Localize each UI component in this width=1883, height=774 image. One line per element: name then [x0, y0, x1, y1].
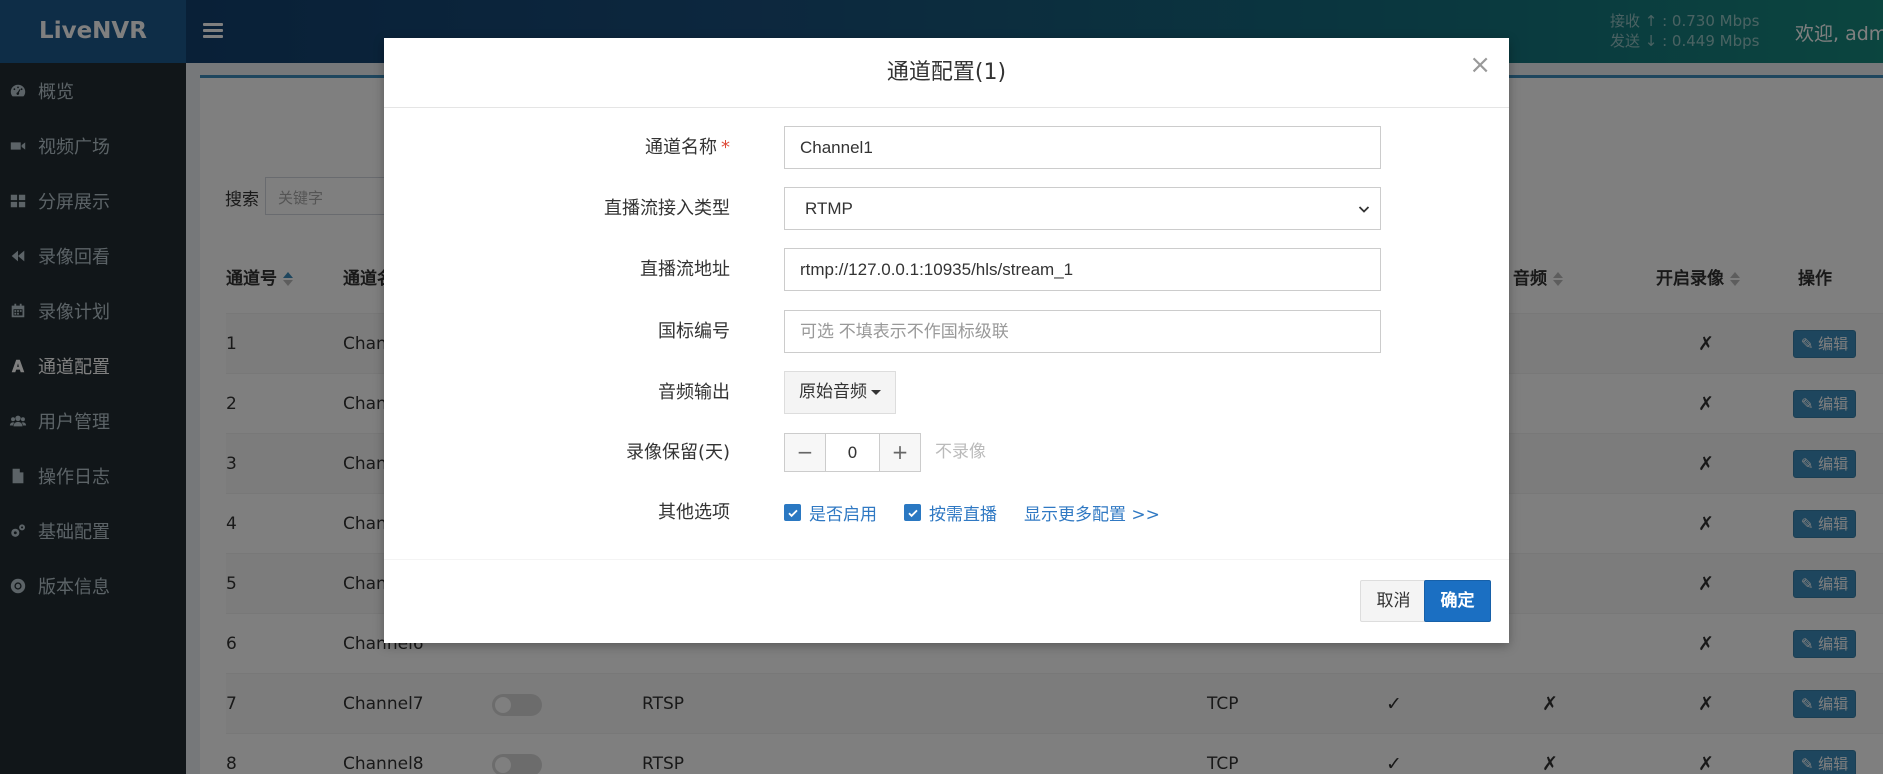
retention-days-input[interactable]: 0 [825, 434, 880, 471]
stream-type-select[interactable]: RTMP [784, 187, 1381, 230]
form-row-record-retention: 录像保留(天) − 0 + 不录像 [384, 433, 1509, 476]
modal-footer: 取消 确定 [384, 561, 1509, 643]
gb-code-input[interactable]: 可选 不填表示不作国标级联 [784, 310, 1381, 353]
show-more-config-link[interactable]: 显示更多配置 >> [1024, 500, 1160, 525]
options-group: 是否启用 按需直播 显示更多配置 >> [784, 491, 1160, 534]
form-row-other-options: 其他选项 是否启用 按需直播 显示更多配置 >> [384, 491, 1509, 534]
channel-name-label: 通道名称 * [645, 137, 730, 158]
close-icon[interactable]: × [1469, 52, 1491, 78]
enable-checkbox-label[interactable]: 是否启用 [809, 500, 877, 525]
stream-type-label: 直播流接入类型 [604, 198, 730, 219]
form-row-gb-code: 国标编号 可选 不填表示不作国标级联 [384, 310, 1509, 353]
form-row-stream-type: 直播流接入类型 RTMP [384, 187, 1509, 230]
enable-checkbox[interactable] [784, 504, 801, 521]
channel-config-dialog: 通道配置(1) × 通道名称 * Channel1 直播流接入类型 RTMP 直播… [384, 38, 1509, 643]
retention-hint: 不录像 [935, 442, 986, 462]
confirm-button[interactable]: 确定 [1424, 580, 1491, 622]
on-demand-checkbox-label[interactable]: 按需直播 [929, 500, 997, 525]
caret-down-icon [871, 389, 881, 395]
modal-header: 通道配置(1) × [384, 38, 1509, 108]
audio-output-dropdown[interactable]: 原始音频 [784, 371, 896, 414]
on-demand-checkbox[interactable] [904, 504, 921, 521]
modal-body: 通道名称 * Channel1 直播流接入类型 RTMP 直播流地址 rtmp:/… [384, 108, 1509, 560]
decrement-button[interactable]: − [785, 434, 825, 471]
cancel-button[interactable]: 取消 [1360, 580, 1427, 622]
form-row-stream-url: 直播流地址 rtmp://127.0.0.1:10935/hls/stream_… [384, 248, 1509, 291]
other-options-label: 其他选项 [658, 502, 730, 523]
stream-url-input[interactable]: rtmp://127.0.0.1:10935/hls/stream_1 [784, 248, 1381, 291]
record-retention-stepper: − 0 + [784, 433, 921, 472]
required-mark: * [721, 137, 730, 158]
stream-url-label: 直播流地址 [640, 259, 730, 280]
audio-output-label: 音频输出 [658, 382, 730, 403]
form-row-channel-name: 通道名称 * Channel1 [384, 126, 1509, 169]
record-retention-label: 录像保留(天) [625, 442, 730, 463]
form-row-audio-output: 音频输出 原始音频 [384, 371, 1509, 414]
chevron-down-icon [1358, 206, 1370, 213]
increment-button[interactable]: + [880, 434, 920, 471]
modal-title: 通道配置(1) [886, 60, 1007, 85]
gb-code-label: 国标编号 [658, 321, 730, 342]
channel-name-input[interactable]: Channel1 [784, 126, 1381, 169]
